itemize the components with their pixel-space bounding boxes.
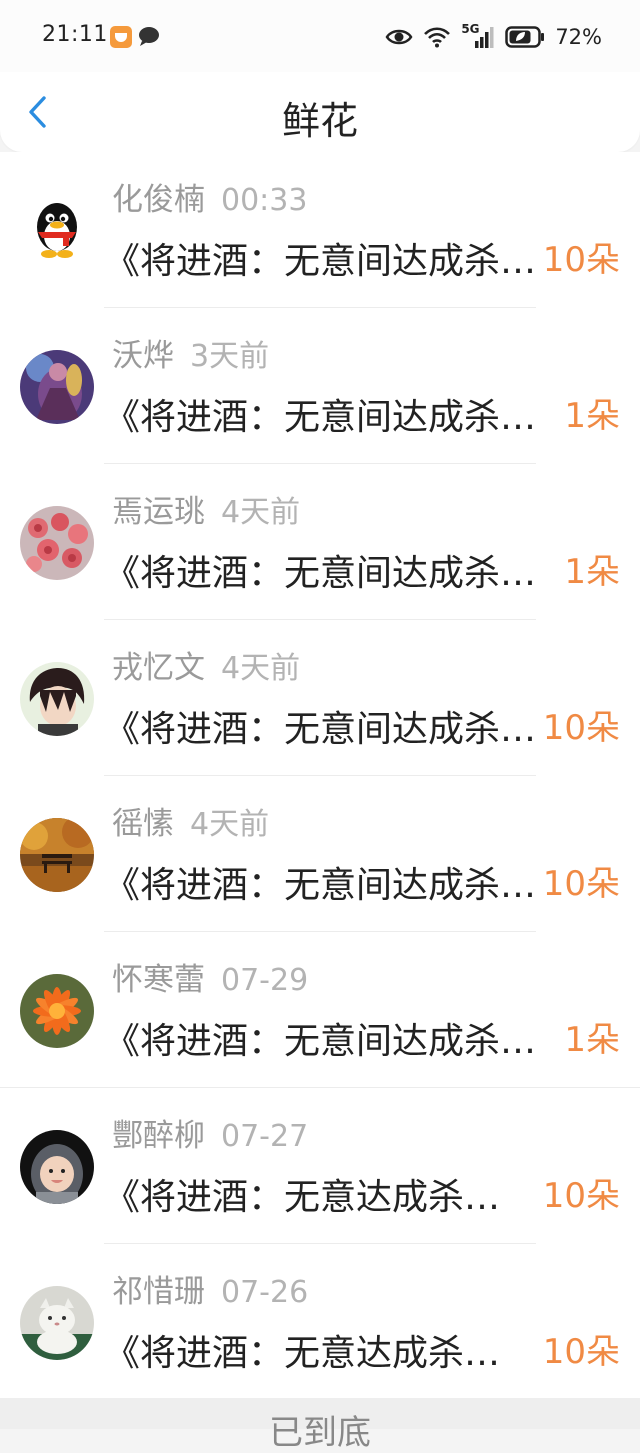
message-preview: 《将进酒：无意间达成杀… [104,709,537,750]
sender-name: 戎忆文 [112,650,205,686]
row-header: 焉运珧 4天前 [112,486,300,531]
signal-icon: 5G [461,22,495,49]
message-preview: 《将进酒：无意间达成杀… [104,865,537,906]
flower-count: 10朵 [542,864,620,904]
sent-time: 4天前 [221,651,301,686]
message-preview: 《将进酒：无意间达成杀… [104,553,537,594]
message-preview: 《将进酒：无意间达成杀… [104,241,537,282]
list-item[interactable]: 沃烨 3天前 《将进酒：无意间达成杀… 1朵 [0,308,640,464]
sender-name: 焉运珧 [112,494,205,530]
status-time: 21:11 [42,22,108,47]
sender-name: 徭愫 [112,806,174,842]
list-item[interactable]: 戎忆文 4天前 《将进酒：无意间达成杀… 10朵 [0,620,640,776]
status-right: 5G 72% [385,20,602,54]
flower-count: 10朵 [542,1176,620,1216]
list-item[interactable]: 焉运珧 4天前 《将进酒：无意间达成杀… 1朵 [0,464,640,620]
row-header: 祁惜珊 07-26 [112,1266,308,1311]
flower-count: 1朵 [564,552,620,592]
autumn-bench-avatar[interactable] [20,818,94,892]
sent-time: 07-29 [221,963,309,998]
page-title: 鲜花 [281,99,358,143]
row-header: 酆醉柳 07-27 [112,1110,308,1155]
list-item[interactable]: 酆醉柳 07-27 《将进酒：无意达成杀… 10朵 [0,1088,640,1244]
app-notification-icon [110,26,132,48]
footer: 已到底 [0,1398,640,1453]
sender-name: 酆醉柳 [112,1118,205,1154]
battery-percent: 72% [555,25,602,49]
row-header: 徭愫 4天前 [112,798,269,843]
list-item[interactable]: 化俊楠 00:33 《将进酒：无意间达成杀… 10朵 [0,152,640,308]
sender-name: 祁惜珊 [112,1274,205,1310]
game-character-avatar[interactable] [20,350,94,424]
row-header: 戎忆文 4天前 [112,642,300,687]
sender-name: 怀寒蕾 [112,962,205,998]
sent-time: 4天前 [190,807,270,842]
flower-count: 1朵 [564,396,620,436]
message-preview: 《将进酒：无意间达成杀… [104,397,537,438]
sent-time: 4天前 [221,495,301,530]
baby-avatar[interactable] [20,1130,94,1204]
status-bar: 21:11 5G 72% [0,0,640,72]
cat-avatar[interactable] [20,1286,94,1360]
orange-flower-avatar[interactable] [20,974,94,1048]
sent-time: 07-26 [221,1275,309,1310]
flower-list: 化俊楠 00:33 《将进酒：无意间达成杀… 10朵 沃烨 3天前 《将进酒：无意间… [0,152,640,1400]
sent-time: 3天前 [190,339,270,374]
message-preview: 《将进酒：无意达成杀… [104,1177,501,1218]
sent-time: 07-27 [221,1119,309,1154]
end-of-list-hint: 已到底 [269,1413,371,1453]
row-header: 沃烨 3天前 [112,330,269,375]
row-header: 化俊楠 00:33 [112,174,307,219]
message-preview: 《将进酒：无意间达成杀… [104,1021,537,1062]
eye-icon [385,29,413,45]
sent-time: 00:33 [221,183,308,218]
roses-avatar[interactable] [20,506,94,580]
row-header: 怀寒蕾 07-29 [112,954,308,999]
chat-icon [139,27,159,46]
qq-penguin-avatar[interactable] [20,194,94,268]
anime-boy-avatar[interactable] [20,662,94,736]
list-item[interactable]: 祁惜珊 07-26 《将进酒：无意达成杀… 10朵 [0,1244,640,1400]
header: 鲜花 [0,72,640,152]
flower-count: 1朵 [564,1020,620,1060]
flower-count: 10朵 [542,1332,620,1372]
flower-count: 10朵 [542,240,620,280]
list-item[interactable]: 怀寒蕾 07-29 《将进酒：无意间达成杀… 1朵 [0,932,640,1088]
wifi-icon [424,27,451,48]
flower-count: 10朵 [542,708,620,748]
list-item[interactable]: 徭愫 4天前 《将进酒：无意间达成杀… 10朵 [0,776,640,932]
sender-name: 沃烨 [112,338,174,374]
battery-icon [505,26,545,48]
message-preview: 《将进酒：无意达成杀… [104,1333,501,1374]
sender-name: 化俊楠 [112,182,205,218]
